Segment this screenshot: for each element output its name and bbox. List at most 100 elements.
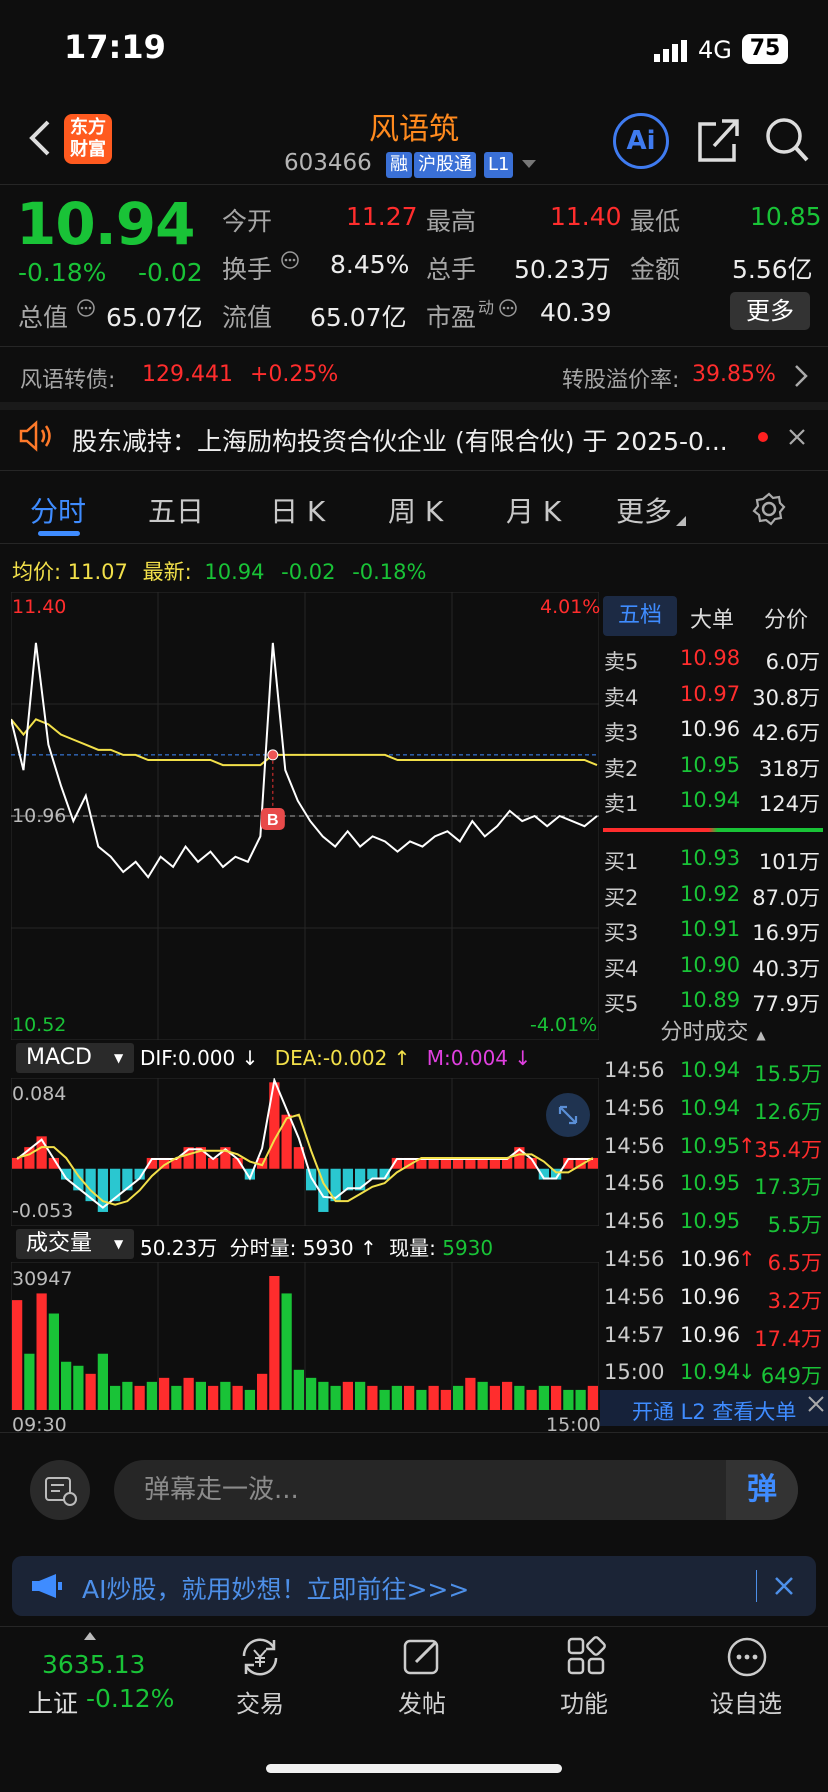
market-cap-value: 65.07亿 [106, 303, 203, 332]
danmu-settings-button[interactable] [30, 1460, 90, 1520]
trade-price: 10.96 [680, 1284, 741, 1309]
volume-bar [465, 1377, 476, 1410]
volume-bar [97, 1353, 108, 1410]
tab-more[interactable]: 更多 [616, 490, 672, 530]
trade-volume: 35.4万 [754, 1137, 822, 1162]
info-icon[interactable] [280, 250, 300, 270]
trade-time: 14:56 [604, 1171, 665, 1196]
period-vol-label: 分时量: [229, 1236, 297, 1260]
ask-row[interactable]: 卖2 10.95 318万 [604, 753, 822, 783]
tab-5day[interactable]: 五日 [148, 490, 204, 530]
notice-text: 股东减持：上海励构投资合伙企业 (有限合伙) 于 2025-0... [72, 427, 728, 456]
last-chg: -0.02 [281, 560, 336, 584]
ai-promo-banner[interactable]: AI炒股，就用妙想！立即前往>>> [12, 1556, 816, 1616]
info-icon[interactable] [498, 298, 518, 318]
bid-row-label: 买4 [604, 956, 639, 981]
tab-price-dist[interactable]: 分价 [764, 602, 808, 634]
caret-down-icon[interactable] [522, 160, 536, 170]
close-icon[interactable] [774, 1576, 794, 1596]
bond-price: 129.441 [142, 362, 233, 387]
macd-axis-min: -0.053 [12, 1200, 74, 1222]
ask-row-volume: 30.8万 [752, 685, 820, 710]
ask-row-volume: 6.0万 [765, 650, 820, 674]
tab-daily-k[interactable]: 日 K [270, 490, 325, 530]
trade-price: 10.95 [680, 1209, 741, 1234]
ask-row[interactable]: 卖5 10.98 6.0万 [604, 646, 822, 676]
intraday-price-chart[interactable]: B [11, 592, 599, 1040]
nav-post-label: 发帖 [398, 1690, 446, 1718]
volume-bar [232, 1385, 243, 1410]
trade-direction: ↑ [738, 1133, 756, 1158]
volume-bar [575, 1389, 586, 1410]
high-label: 最高 [426, 207, 477, 236]
bid-row[interactable]: 买1 10.93 101万 [604, 846, 822, 876]
volume-bar [367, 1385, 378, 1410]
gear-icon[interactable] [752, 492, 786, 526]
section-gap [0, 402, 828, 410]
open-value: 11.27 [346, 202, 418, 231]
volume-bar [134, 1385, 145, 1410]
expand-button[interactable] [546, 1093, 590, 1137]
danmu-send-button[interactable]: 弹 [726, 1460, 798, 1520]
close-icon[interactable] [806, 1394, 826, 1414]
indicator-select-volume[interactable]: 成交量 ▼ [16, 1229, 134, 1259]
ai-assistant-button[interactable]: Ai [613, 113, 669, 169]
bid-row[interactable]: 买4 10.90 40.3万 [604, 953, 822, 983]
volume-bar [342, 1381, 353, 1410]
buy-marker-label: B [267, 812, 279, 829]
macd-chart[interactable] [11, 1078, 599, 1226]
search-icon[interactable] [764, 116, 810, 164]
volume-values: 50.23万 分时量: 5930 ↑ 现量: 5930 [140, 1232, 493, 1261]
volume-bar [551, 1385, 562, 1410]
share-icon[interactable] [696, 116, 740, 164]
volume-bar [12, 1300, 23, 1410]
tab-monthly-k[interactable]: 月 K [506, 490, 561, 530]
trade-volume: 15.5万 [754, 1062, 822, 1086]
trades-title[interactable]: 分时成交 ▲ [603, 1014, 823, 1046]
float-cap-value: 65.07亿 [310, 303, 407, 332]
back-button[interactable] [26, 118, 52, 169]
unread-dot [758, 432, 768, 442]
info-icon[interactable] [76, 298, 96, 318]
macd-bar [306, 1168, 317, 1191]
macd-bar [12, 1157, 23, 1169]
buy-marker-dot [267, 749, 279, 761]
close-icon[interactable] [788, 428, 806, 446]
volume-chart[interactable] [11, 1262, 599, 1410]
stock-name[interactable]: 风语筑 [314, 104, 514, 148]
volume-bar [220, 1381, 231, 1410]
l2-upsell-bar[interactable]: 开通 L2 查看大单 [600, 1390, 828, 1426]
trade-price: 10.94 [680, 1360, 741, 1385]
tab-intraday[interactable]: 分时 [30, 490, 86, 530]
pe-dynamic-mark: 动 [478, 298, 495, 317]
volume-bar [281, 1293, 292, 1410]
volume-bar [195, 1381, 206, 1410]
volume-bar [24, 1353, 35, 1410]
bid-row-price: 10.90 [680, 952, 741, 977]
nav-watchlist-label: 设自选 [710, 1690, 782, 1718]
more-button[interactable]: 更多 [730, 292, 810, 330]
ask-row-price: 10.97 [680, 681, 741, 706]
ask-row-volume: 42.6万 [752, 721, 820, 745]
volume-bar [183, 1377, 194, 1410]
indicator-select-macd[interactable]: MACD ▼ [16, 1043, 134, 1073]
ask-row[interactable]: 卖1 10.94 124万 [604, 788, 822, 818]
amount-value: 5.56亿 [732, 255, 813, 284]
trade-volume: 6.5万 [767, 1251, 822, 1275]
tab-big-order[interactable]: 大单 [690, 602, 734, 634]
ask-row[interactable]: 卖4 10.97 30.8万 [604, 682, 822, 712]
tab-five-level[interactable]: 五档 [603, 596, 677, 636]
bid-row[interactable]: 买3 10.91 16.9万 [604, 917, 822, 947]
bid-row[interactable]: 买2 10.92 87.0万 [604, 882, 822, 912]
tab-weekly-k[interactable]: 周 K [388, 490, 443, 530]
battery-level: 75 [742, 34, 788, 64]
open-label: 今开 [222, 207, 273, 236]
index-name: 上证 [28, 1689, 79, 1718]
volume-bar [48, 1313, 59, 1410]
ask-row[interactable]: 卖3 10.96 42.6万 [604, 717, 822, 747]
ask-row-price: 10.98 [680, 646, 741, 670]
trade-volume: 5.5万 [767, 1213, 822, 1238]
trade-price: 10.94 [680, 1095, 741, 1120]
stock-code: 603466 [284, 150, 372, 176]
danmu-input[interactable]: 弹幕走一波... [114, 1460, 798, 1520]
